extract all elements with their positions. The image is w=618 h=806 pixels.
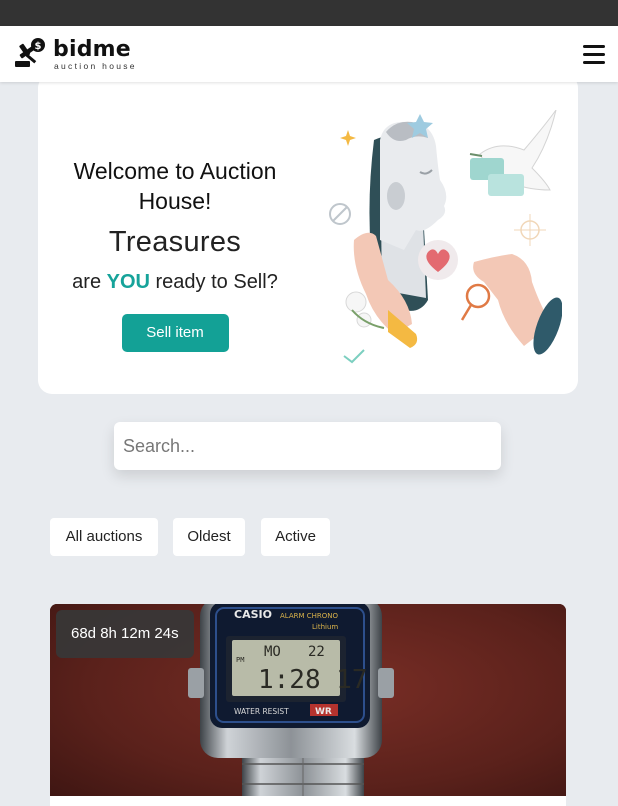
filter-all-auctions[interactable]: All auctions [50, 518, 158, 556]
watch-lithium: Lithium [312, 623, 338, 631]
navbar: $ bidme auction house [0, 26, 618, 82]
auction-card-body [50, 796, 566, 806]
hero-card: Welcome to Auction House! Treasures are … [38, 74, 578, 394]
hero-text: Welcome to Auction House! Treasures are … [38, 156, 312, 352]
gavel-icon: $ [15, 38, 45, 67]
brand-name: bidme [53, 37, 131, 62]
hero-subtitle-post: ready to Sell? [149, 271, 278, 293]
filter-oldest[interactable]: Oldest [173, 518, 245, 556]
watch-day: MO [264, 644, 281, 660]
status-bar [0, 0, 618, 26]
hero-subtitle-highlight: YOU [106, 271, 150, 293]
search-input[interactable] [114, 422, 501, 470]
hero-subtitle: are YOU ready to Sell? [38, 271, 312, 294]
watch-feature: WATER RESIST [234, 707, 289, 716]
brand-logo[interactable]: $ bidme auction house [13, 37, 143, 73]
hero-title: Treasures [108, 226, 242, 258]
svg-text:$: $ [35, 41, 42, 52]
watch-pm: PM [236, 656, 244, 664]
hamburger-menu-icon[interactable] [583, 45, 605, 65]
hero-illustration [329, 110, 562, 364]
filter-active[interactable]: Active [261, 518, 330, 556]
watch-brand: CASIO [234, 608, 272, 621]
hero-subtitle-pre: are [72, 271, 107, 293]
watch-time: 1:28 17 [258, 665, 368, 695]
watch-wr: WR [315, 707, 332, 717]
sell-item-button[interactable]: Sell item [121, 314, 229, 352]
watch-date: 22 [308, 644, 325, 660]
auction-card[interactable]: CASIO ALARM CHRONO Lithium PM MO 22 1:28… [50, 604, 566, 806]
brand-tagline: auction house [54, 61, 137, 71]
hero-welcome: Welcome to Auction House! [73, 158, 277, 214]
watch-model: ALARM CHRONO [280, 612, 339, 620]
auction-countdown: 68d 8h 12m 24s [56, 610, 194, 658]
